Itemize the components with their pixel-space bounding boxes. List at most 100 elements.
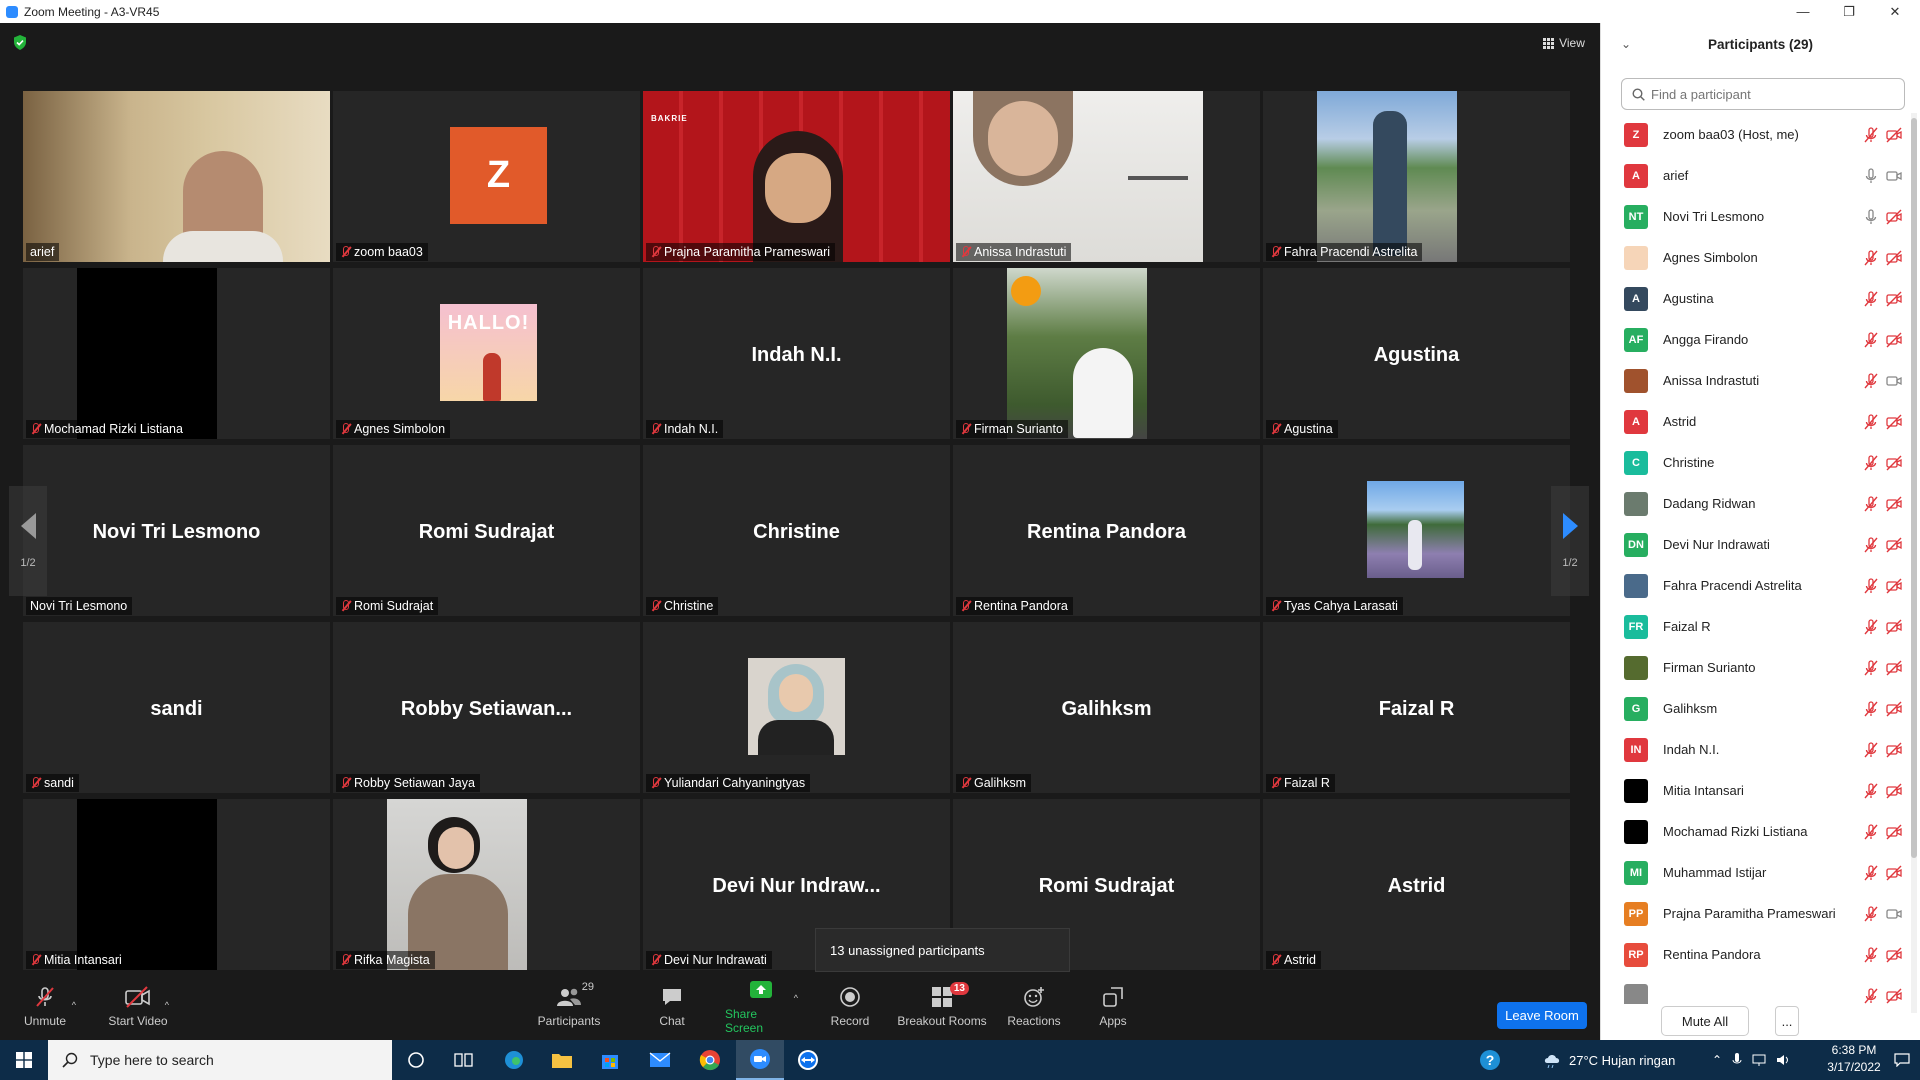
mic-muted-icon[interactable] [1863, 742, 1879, 758]
mic-muted-icon[interactable] [1863, 947, 1879, 963]
participant-row[interactable]: Anissa Indrastuti [1621, 360, 1905, 401]
video-tile-rentina[interactable]: Rentina Pandora Rentina Pandora [953, 445, 1260, 616]
participant-row[interactable]: Aarief [1621, 155, 1905, 196]
video-tile-robby[interactable]: Robby Setiawan... Robby Setiawan Jaya [333, 622, 640, 793]
maximize-button[interactable]: ❐ [1826, 0, 1872, 23]
video-off-icon[interactable] [1886, 209, 1902, 225]
mic-muted-icon[interactable] [1863, 988, 1879, 1004]
unmute-button[interactable]: ^ Unmute [20, 973, 76, 1040]
network-icon[interactable] [1752, 1054, 1766, 1066]
video-off-icon[interactable] [1886, 332, 1902, 348]
store-app[interactable] [586, 1040, 634, 1080]
mic-muted-icon[interactable] [1863, 414, 1879, 430]
participant-row[interactable]: FR Faizal R [1621, 606, 1905, 647]
video-off-icon[interactable] [1886, 619, 1902, 635]
video-tile-fahra[interactable]: Fahra Pracendi Astrelita [1263, 91, 1570, 262]
mic-icon[interactable] [1863, 168, 1879, 184]
participant-row[interactable]: Zzoom baa03 (Host, me) [1621, 114, 1905, 155]
video-tile-sandi[interactable]: sandi sandi [23, 622, 330, 793]
video-tile-indah[interactable]: Indah N.I. Indah N.I. [643, 268, 950, 439]
participant-row[interactable]: RP Rentina Pandora [1621, 934, 1905, 975]
video-tile-firman[interactable]: Firman Surianto [953, 268, 1260, 439]
participant-row[interactable] [1621, 975, 1905, 1004]
prev-page-button[interactable]: 1/2 [9, 486, 47, 596]
participant-row[interactable]: Dadang Ridwan [1621, 483, 1905, 524]
task-view-button[interactable] [440, 1040, 488, 1080]
participant-row[interactable]: A Astrid [1621, 401, 1905, 442]
video-off-icon[interactable] [1886, 455, 1902, 471]
chevron-up-icon[interactable]: ⌃ [1712, 1053, 1722, 1067]
start-video-button[interactable]: ^ Start Video [106, 973, 170, 1040]
mic-muted-icon[interactable] [1863, 250, 1879, 266]
encryption-shield-icon[interactable] [13, 35, 27, 50]
mic-muted-icon[interactable] [1863, 332, 1879, 348]
video-off-icon[interactable] [1886, 947, 1902, 963]
close-button[interactable]: ✕ [1872, 0, 1918, 23]
video-tile-yuliandari[interactable]: Yuliandari Cahyaningtyas [643, 622, 950, 793]
video-tile-rifka[interactable]: Rifka Magista [333, 799, 640, 970]
mic-muted-icon[interactable] [1863, 373, 1879, 389]
participant-row[interactable]: G Galihksm [1621, 688, 1905, 729]
video-off-icon[interactable] [1886, 537, 1902, 553]
unassigned-participants-toast[interactable]: 13 unassigned participants [815, 928, 1070, 972]
notifications-button[interactable] [1884, 1040, 1920, 1080]
video-tile-arief[interactable]: arief [23, 91, 330, 262]
video-tile-agustina[interactable]: Agustina Agustina [1263, 268, 1570, 439]
apps-button[interactable]: Apps [1096, 973, 1130, 1040]
video-off-icon[interactable] [1886, 414, 1902, 430]
microphone-icon[interactable] [1732, 1053, 1742, 1067]
participant-row[interactable]: Mochamad Rizki Listiana [1621, 811, 1905, 852]
video-tile-prajna[interactable]: BAKRIE Prajna Paramitha Prameswari [643, 91, 950, 262]
teamviewer-app[interactable] [784, 1040, 832, 1080]
video-off-icon[interactable] [1886, 865, 1902, 881]
video-tile-novi[interactable]: Novi Tri Lesmono Novi Tri Lesmono [23, 445, 330, 616]
mic-muted-icon[interactable] [1863, 455, 1879, 471]
volume-icon[interactable] [1776, 1054, 1790, 1066]
search-input[interactable] [1651, 86, 1891, 102]
participant-row[interactable]: IN Indah N.I. [1621, 729, 1905, 770]
scrollbar-thumb[interactable] [1911, 118, 1917, 858]
video-off-icon[interactable] [1886, 250, 1902, 266]
participant-row[interactable]: C Christine [1621, 442, 1905, 483]
video-icon[interactable] [1886, 168, 1902, 184]
more-options-button[interactable]: ... [1775, 1006, 1799, 1036]
video-off-icon[interactable] [1886, 783, 1902, 799]
mic-muted-icon[interactable] [1863, 537, 1879, 553]
mic-muted-icon[interactable] [1863, 619, 1879, 635]
edge-app[interactable] [490, 1040, 538, 1080]
mic-muted-icon[interactable] [1863, 496, 1879, 512]
video-tile-mochamad[interactable]: Mochamad Rizki Listiana [23, 268, 330, 439]
participant-list-scrollbar[interactable] [1911, 113, 1917, 1013]
chevron-up-icon[interactable]: ^ [165, 1000, 169, 1010]
mic-muted-icon[interactable] [1863, 578, 1879, 594]
participant-row[interactable]: MI Muhammad Istijar [1621, 852, 1905, 893]
participant-row[interactable]: Agnes Simbolon [1621, 237, 1905, 278]
video-tile-astrid[interactable]: Astrid Astrid [1263, 799, 1570, 970]
help-button[interactable]: ? [1466, 1040, 1514, 1080]
file-explorer-app[interactable] [538, 1040, 586, 1080]
mic-muted-icon[interactable] [1863, 865, 1879, 881]
mic-muted-icon[interactable] [1863, 783, 1879, 799]
video-tile-agnes[interactable]: HALLO! Agnes Simbolon [333, 268, 640, 439]
view-button[interactable]: View [1538, 32, 1590, 54]
video-tile-galihksm[interactable]: Galihksm Galihksm [953, 622, 1260, 793]
video-tile-zoom-baa03[interactable]: Z zoom baa03 [333, 91, 640, 262]
weather-widget[interactable]: 27°C Hujan ringan [1543, 1040, 1675, 1080]
participant-row[interactable]: Mitia Intansari [1621, 770, 1905, 811]
participants-button[interactable]: 29 Participants [532, 973, 606, 1040]
video-icon[interactable] [1886, 373, 1902, 389]
video-off-icon[interactable] [1886, 701, 1902, 717]
chevron-up-icon[interactable]: ^ [794, 993, 798, 1003]
leave-room-button[interactable]: Leave Room [1497, 1002, 1587, 1029]
taskbar-search-box[interactable]: Type here to search [48, 1040, 392, 1080]
video-off-icon[interactable] [1886, 988, 1902, 1004]
participant-row[interactable]: AF Angga Firando [1621, 319, 1905, 360]
cortana-button[interactable] [392, 1040, 440, 1080]
chevron-up-icon[interactable]: ^ [72, 1000, 76, 1010]
mic-muted-icon[interactable] [1863, 660, 1879, 676]
start-button[interactable] [0, 1040, 48, 1080]
mute-all-button[interactable]: Mute All [1661, 1006, 1749, 1036]
chat-button[interactable]: Chat [652, 973, 692, 1040]
record-button[interactable]: Record [827, 973, 873, 1040]
mic-muted-icon[interactable] [1863, 127, 1879, 143]
